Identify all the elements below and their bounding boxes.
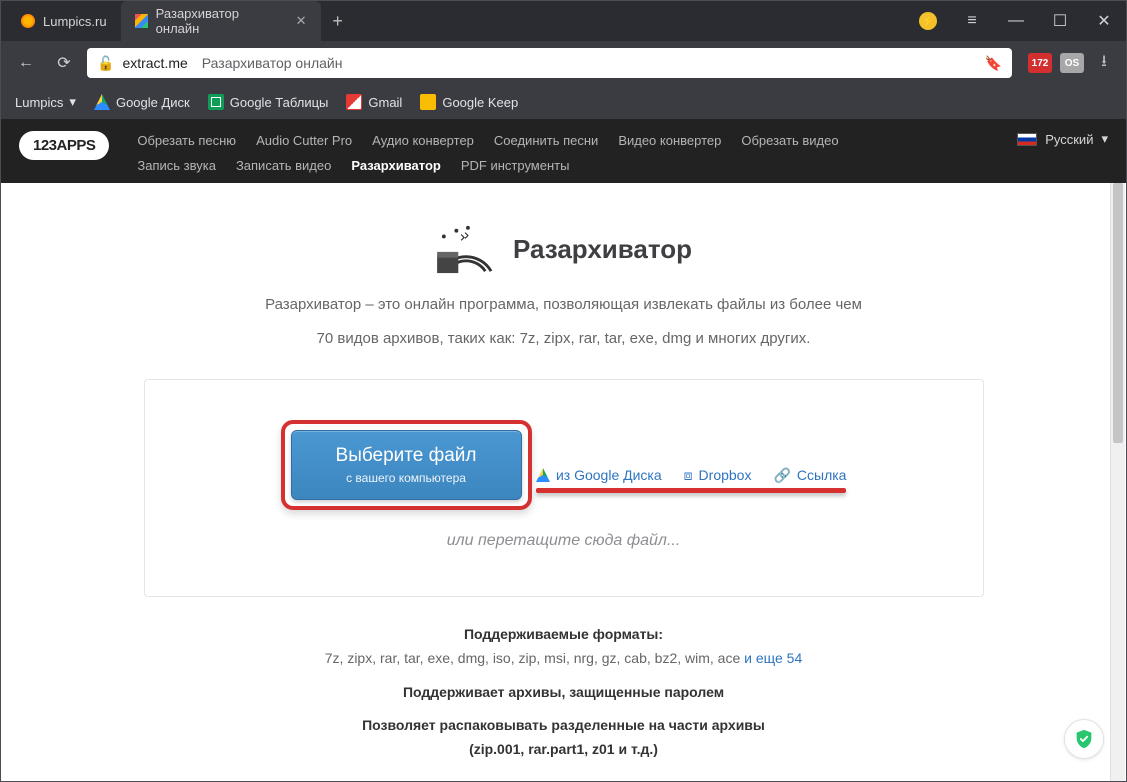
- bookmark-gdrive[interactable]: Google Диск: [94, 94, 190, 110]
- gmail-icon: [346, 94, 362, 110]
- alt-source-row: из Google Диска ⧈ Dropbox 🔗 Ссылка: [536, 467, 847, 493]
- back-button[interactable]: ←: [11, 48, 41, 78]
- toolbar-extensions: 172 OS ⭳: [1020, 53, 1116, 73]
- apps-nav-link[interactable]: Видео конвертер: [618, 131, 721, 150]
- tab-extractme[interactable]: Разархиватор онлайн ✕: [121, 1, 321, 41]
- apps-nav-link[interactable]: Запись звука: [137, 156, 216, 175]
- gkeep-icon: [420, 94, 436, 110]
- bookmarks-bar: Lumpics ▾ Google Диск Google Таблицы Gma…: [1, 85, 1126, 119]
- tab-label: Разархиватор онлайн: [156, 6, 278, 36]
- apps-nav-link[interactable]: Соединить песни: [494, 131, 598, 150]
- extractme-favicon-icon: [135, 14, 148, 28]
- tab-label: Lumpics.ru: [43, 14, 107, 29]
- downloads-icon[interactable]: ⭳: [1092, 53, 1116, 73]
- formats-heading: Поддерживаемые форматы:: [464, 626, 663, 642]
- address-bar: ← ⟳ 🔓 extract.me Разархиватор онлайн 🔖 1…: [1, 41, 1126, 85]
- bookmark-label: Lumpics: [15, 95, 63, 110]
- flag-ru-icon: [1017, 133, 1037, 146]
- hero: Разархиватор: [144, 223, 984, 275]
- titlebar: Lumpics.ru Разархиватор онлайн ✕ + ⚡ ≡ —…: [1, 1, 1126, 41]
- lead-line2: 70 видов архивов, таких как: 7z, zipx, r…: [144, 327, 984, 351]
- dropbox-icon: ⧈: [684, 467, 693, 484]
- apps-nav-link[interactable]: PDF инструменты: [461, 156, 570, 175]
- formats-list: 7z, zipx, rar, tar, exe, dmg, iso, zip, …: [325, 650, 744, 666]
- bookmark-gkeep[interactable]: Google Keep: [420, 94, 518, 110]
- extensions-bolt-icon[interactable]: ⚡: [906, 1, 950, 41]
- tab-lumpics[interactable]: Lumpics.ru: [7, 1, 121, 41]
- minimize-button[interactable]: —: [994, 1, 1038, 41]
- vertical-scrollbar[interactable]: [1110, 183, 1125, 781]
- language-selector[interactable]: Русский ▾: [1017, 127, 1108, 147]
- omnibox[interactable]: 🔓 extract.me Разархиватор онлайн 🔖: [87, 48, 1012, 78]
- split-parts: (zip.001, rar.part1, z01 и т.д.): [469, 741, 658, 757]
- tab-strip: Lumpics.ru Разархиватор онлайн ✕ +: [1, 1, 906, 41]
- highlight-underline: [536, 488, 847, 493]
- bookmark-lumpics[interactable]: Lumpics ▾: [15, 94, 76, 110]
- password-heading: Поддерживает архивы, защищенные паролем: [403, 684, 724, 700]
- from-url-link[interactable]: 🔗 Ссылка: [773, 467, 846, 484]
- maximize-button[interactable]: ☐: [1038, 1, 1082, 41]
- url-domain: extract.me: [122, 55, 187, 71]
- choose-file-label: Выберите файл: [336, 445, 477, 467]
- language-label: Русский: [1045, 132, 1093, 147]
- url-title: Разархиватор онлайн: [202, 55, 343, 71]
- split-heading: Позволяет распаковывать разделенные на ч…: [362, 717, 765, 733]
- new-tab-button[interactable]: +: [321, 1, 355, 41]
- bookmark-label: Google Keep: [442, 95, 518, 110]
- link-label: из Google Диска: [556, 467, 662, 483]
- chevron-down-icon: ▾: [69, 94, 76, 110]
- features-block: Поддерживаемые форматы: 7z, zipx, rar, t…: [144, 623, 984, 762]
- close-tab-icon[interactable]: ✕: [296, 13, 307, 29]
- from-dropbox-link[interactable]: ⧈ Dropbox: [684, 467, 752, 484]
- apps-links: Обрезать песню Audio Cutter Pro Аудио конв…: [137, 127, 857, 175]
- chevron-down-icon: ▾: [1101, 131, 1108, 147]
- choose-file-button[interactable]: Выберите файл с вашего компьютера: [291, 430, 522, 500]
- lead-line1: Разархиватор – это онлайн программа, поз…: [144, 293, 984, 317]
- window-controls: ⚡ ≡ — ☐ ✕: [906, 1, 1126, 41]
- shield-check-icon: [1073, 728, 1095, 750]
- apps-nav-link[interactable]: Разархиватор: [351, 156, 441, 175]
- choose-file-sub: с вашего компьютера: [336, 471, 477, 485]
- apps-nav-link[interactable]: Записать видео: [236, 156, 331, 175]
- rainbow-box-icon: [435, 223, 497, 275]
- apps-nav: 123APPS Обрезать песню Audio Cutter Pro Ау…: [1, 119, 1126, 183]
- apps-nav-link[interactable]: Обрезать видео: [741, 131, 838, 150]
- apps-nav-link[interactable]: Audio Cutter Pro: [256, 131, 352, 150]
- reload-button[interactable]: ⟳: [49, 48, 79, 78]
- page-content: Разархиватор Разархиватор – это онлайн п…: [1, 183, 1126, 781]
- calendar-extension-icon[interactable]: 172: [1028, 53, 1052, 73]
- scrollbar-thumb[interactable]: [1113, 183, 1123, 443]
- bookmark-gmail[interactable]: Gmail: [346, 94, 402, 110]
- gdrive-icon: [536, 468, 550, 482]
- apps-nav-link[interactable]: Обрезать песню: [137, 131, 236, 150]
- lastfm-extension-icon[interactable]: OS: [1060, 53, 1084, 73]
- gsheets-icon: [208, 94, 224, 110]
- apps-nav-link[interactable]: Аудио конвертер: [372, 131, 474, 150]
- close-window-button[interactable]: ✕: [1082, 1, 1126, 41]
- lumpics-favicon-icon: [21, 14, 35, 28]
- site-info-icon[interactable]: 🔓: [97, 55, 114, 72]
- upload-card: Выберите файл с вашего компьютера из Goo…: [144, 379, 984, 597]
- drag-hint: или перетащите сюда файл...: [165, 532, 963, 550]
- bookmark-label: Google Таблицы: [230, 95, 329, 110]
- bookmark-gsheets[interactable]: Google Таблицы: [208, 94, 329, 110]
- link-label: Dropbox: [699, 467, 752, 483]
- bookmark-label: Google Диск: [116, 95, 190, 110]
- page-title: Разархиватор: [513, 234, 692, 265]
- bookmark-label: Gmail: [368, 95, 402, 110]
- link-icon: 🔗: [773, 467, 790, 484]
- apps-logo[interactable]: 123APPS: [19, 131, 109, 160]
- from-gdrive-link[interactable]: из Google Диска: [536, 467, 662, 484]
- gdrive-icon: [94, 94, 110, 110]
- choose-file-highlight: Выберите файл с вашего компьютера: [281, 420, 532, 510]
- link-label: Ссылка: [797, 467, 847, 483]
- menu-button[interactable]: ≡: [950, 1, 994, 41]
- bookmark-icon[interactable]: 🔖: [985, 55, 1002, 72]
- more-formats-link[interactable]: и еще 54: [744, 650, 802, 666]
- security-badge[interactable]: [1064, 719, 1104, 759]
